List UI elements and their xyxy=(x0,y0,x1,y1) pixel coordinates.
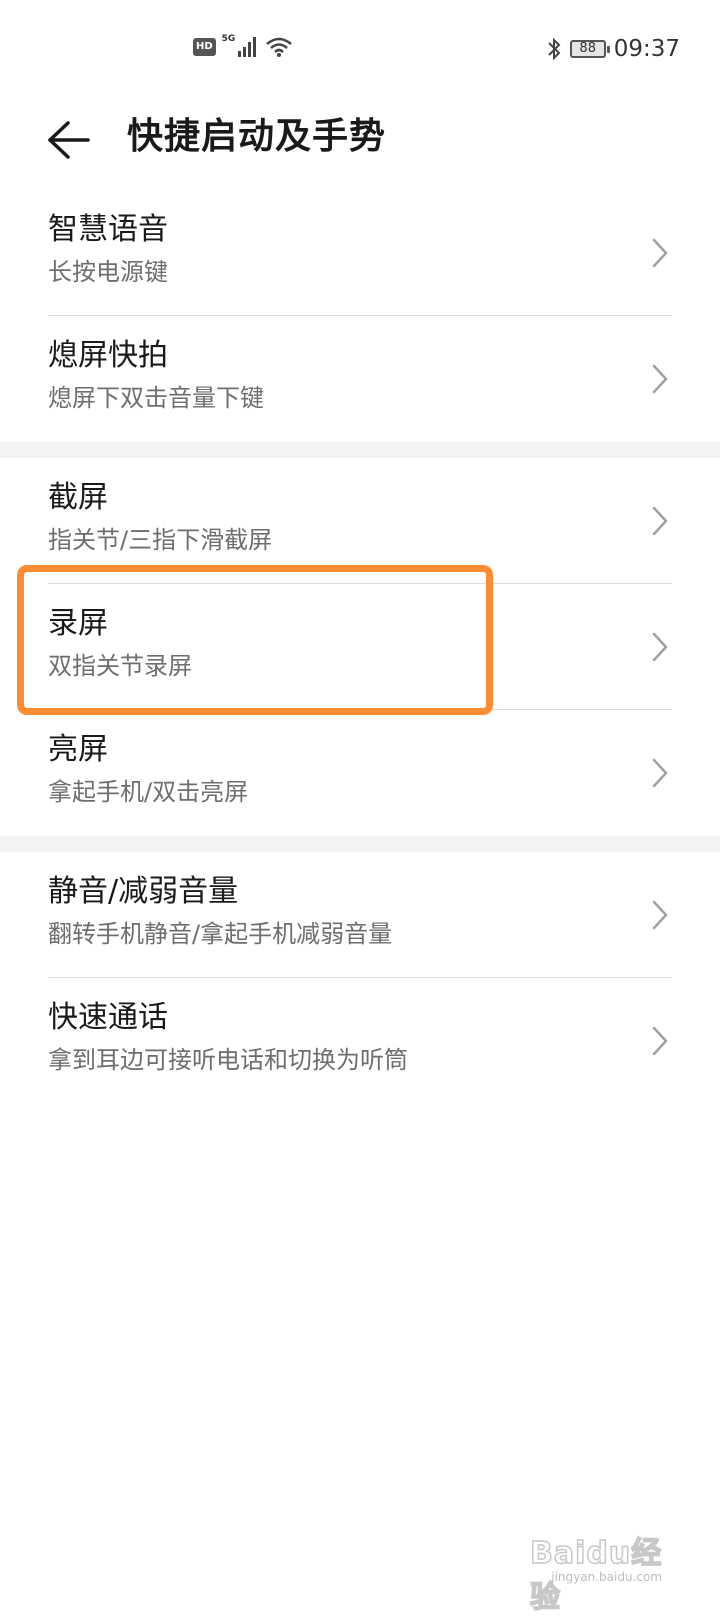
item-title: 静音/减弱音量 xyxy=(48,874,239,909)
item-subtitle: 拿到耳边可接听电话和切换为听筒 xyxy=(48,1046,408,1074)
item-title: 截屏 xyxy=(48,480,108,515)
item-title: 快速通话 xyxy=(48,1000,168,1035)
watermark-url: jingyan.baidu.com xyxy=(551,1570,662,1584)
item-subtitle: 双指关节录屏 xyxy=(48,652,192,680)
chevron-right-icon xyxy=(652,900,668,930)
chevron-right-icon xyxy=(652,1026,668,1056)
setting-item-smart-voice[interactable]: 智慧语音 长按电源键 xyxy=(0,190,720,316)
wifi-icon xyxy=(266,37,293,57)
item-title: 录屏 xyxy=(48,606,108,641)
setting-item-screen-off-snapshot[interactable]: 熄屏快拍 熄屏下双击音量下键 xyxy=(0,316,720,442)
item-subtitle: 翻转手机静音/拿起手机减弱音量 xyxy=(48,920,393,948)
item-subtitle: 长按电源键 xyxy=(48,258,168,286)
group-separator xyxy=(0,442,720,458)
baidu-watermark: Baidu经验 jingyan.baidu.com xyxy=(529,1520,680,1616)
group-separator xyxy=(0,836,720,852)
network-type-label: 5G xyxy=(221,34,236,44)
setting-item-mute-volume[interactable]: 静音/减弱音量 翻转手机静音/拿起手机减弱音量 xyxy=(0,852,720,978)
chevron-right-icon xyxy=(652,238,668,268)
battery-icon: 88 xyxy=(569,40,610,58)
signal-icon xyxy=(238,37,257,57)
chevron-right-icon xyxy=(652,506,668,536)
settings-group-3: 静音/减弱音量 翻转手机静音/拿起手机减弱音量 快速通话 拿到耳边可接听电话和切… xyxy=(0,852,720,1104)
item-title: 亮屏 xyxy=(48,732,108,767)
status-time: 09:37 xyxy=(613,36,680,62)
status-left: HD 5G xyxy=(193,34,293,58)
battery-level: 88 xyxy=(579,41,596,56)
settings-group-1: 智慧语音 长按电源键 熄屏快拍 熄屏下双击音量下键 xyxy=(0,190,720,442)
back-button[interactable] xyxy=(40,112,96,168)
item-title: 智慧语音 xyxy=(48,212,168,247)
chevron-right-icon xyxy=(652,632,668,662)
status-right: 88 09:37 xyxy=(546,36,680,62)
item-subtitle: 指关节/三指下滑截屏 xyxy=(48,526,273,554)
page-title: 快捷启动及手势 xyxy=(127,116,387,157)
setting-item-quick-call[interactable]: 快速通话 拿到耳边可接听电话和切换为听筒 xyxy=(0,978,720,1104)
setting-item-screen-record[interactable]: 录屏 双指关节录屏 xyxy=(0,584,720,710)
chevron-right-icon xyxy=(652,364,668,394)
hd-icon: HD xyxy=(193,38,216,56)
chevron-right-icon xyxy=(652,758,668,788)
back-arrow-icon xyxy=(48,121,90,159)
item-subtitle: 熄屏下双击音量下键 xyxy=(48,384,264,412)
item-title: 熄屏快拍 xyxy=(48,338,168,373)
setting-item-screenshot[interactable]: 截屏 指关节/三指下滑截屏 xyxy=(0,458,720,584)
bluetooth-icon xyxy=(547,37,561,61)
status-bar: HD 5G 88 09:37 xyxy=(0,0,720,100)
settings-group-2: 截屏 指关节/三指下滑截屏 录屏 双指关节录屏 亮屏 拿起手机/双击亮屏 xyxy=(0,458,720,836)
setting-item-wake-screen[interactable]: 亮屏 拿起手机/双击亮屏 xyxy=(0,710,720,836)
app-header: 快捷启动及手势 xyxy=(0,100,720,180)
item-subtitle: 拿起手机/双击亮屏 xyxy=(48,778,249,806)
